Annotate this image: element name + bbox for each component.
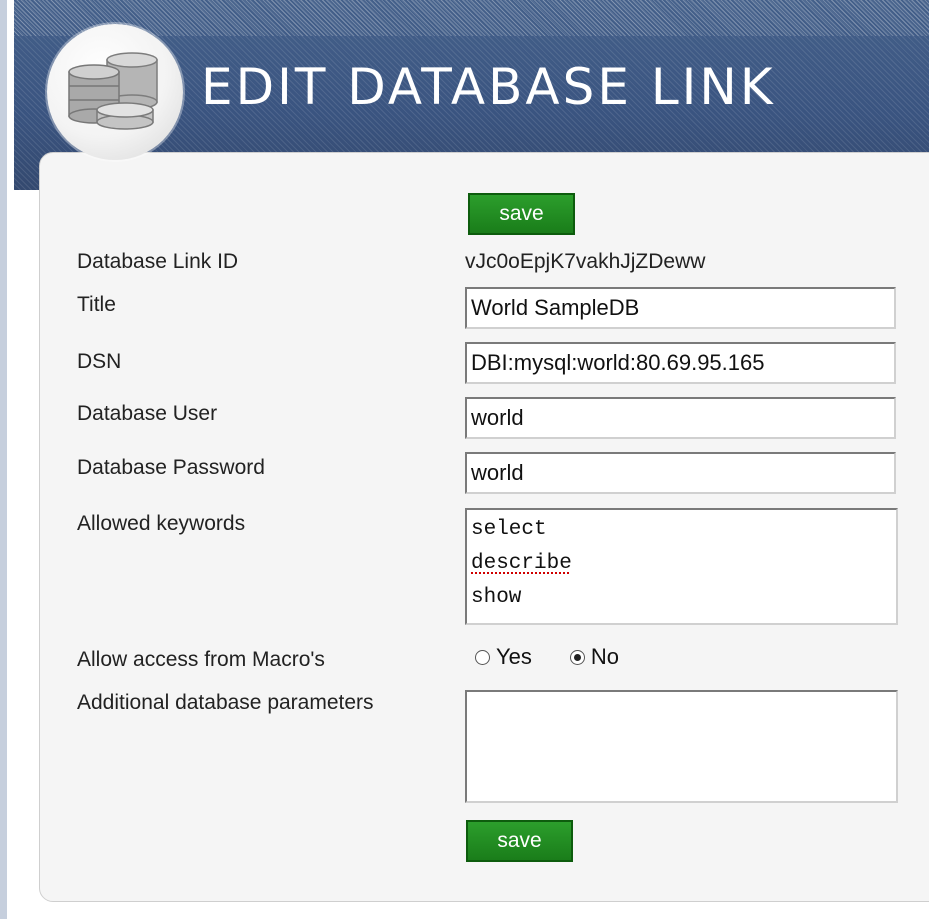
link-id-value: vJc0oEpjK7vakhJjZDeww xyxy=(465,250,706,273)
page-title: EDIT DATABASE LINK xyxy=(201,58,776,116)
link-id-label: Database Link ID xyxy=(77,250,239,273)
radio-yes-label[interactable]: Yes xyxy=(496,644,532,670)
radio-selected-dot xyxy=(573,653,581,661)
radio-no-label[interactable]: No xyxy=(591,644,619,670)
keyword-line: describe xyxy=(471,552,572,575)
save-button-top[interactable]: save xyxy=(468,193,575,235)
dsn-label: DSN xyxy=(77,350,122,373)
allowed-keywords-textarea[interactable]: select describe show xyxy=(465,508,898,625)
database-stack-icon xyxy=(47,24,183,160)
dsn-input[interactable] xyxy=(465,342,896,384)
title-input[interactable] xyxy=(465,287,896,329)
save-button-bottom[interactable]: save xyxy=(466,820,573,862)
header-stripe xyxy=(14,0,929,36)
additional-params-textarea[interactable] xyxy=(465,690,898,803)
page: EDIT DATABASE LINK save Database Link ID… xyxy=(0,0,929,919)
radio-no[interactable] xyxy=(569,649,585,665)
title-label: Title xyxy=(77,293,116,316)
macro-access-radio-group: Yes No xyxy=(475,644,657,670)
macro-access-label: Allow access from Macro's xyxy=(77,648,325,671)
keyword-line: show xyxy=(471,586,522,609)
radio-yes[interactable] xyxy=(475,649,490,665)
db-user-label: Database User xyxy=(77,402,218,425)
keyword-line: select xyxy=(471,518,547,541)
db-user-input[interactable] xyxy=(465,397,896,439)
additional-params-label: Additional database parameters xyxy=(77,691,374,714)
db-password-label: Database Password xyxy=(77,456,265,479)
allowed-keywords-label: Allowed keywords xyxy=(77,512,246,535)
db-password-input[interactable] xyxy=(465,452,896,494)
